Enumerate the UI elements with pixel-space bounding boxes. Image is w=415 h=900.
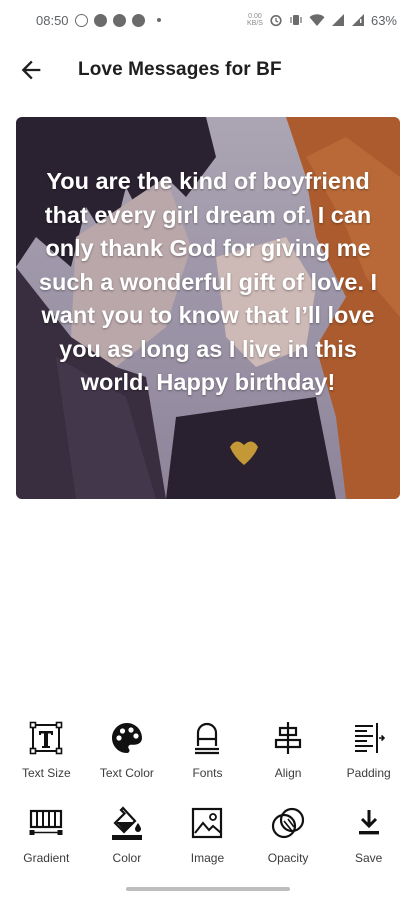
text-size-label: Text Size [21,766,71,780]
message-card[interactable]: You are the kind of boyfriend that every… [16,117,400,499]
align-center-icon [274,722,302,754]
padding-button[interactable]: Padding [332,712,406,797]
font-icon [195,722,220,755]
text-color-button[interactable]: Text Color [90,712,164,797]
status-left: 08:50 [36,13,161,28]
paint-bucket-icon [111,806,142,840]
text-size-button[interactable]: Text Size [9,712,83,797]
text-size-icon [29,721,63,755]
net-speed-value: 0.00 [248,13,262,20]
image-button[interactable]: Image [170,797,244,882]
wifi-icon [309,14,325,26]
notification-dot-icon [156,18,161,22]
arrow-left-icon [21,60,41,80]
padding-label: Padding [346,766,391,780]
image-icon [192,807,223,839]
image-label: Image [190,851,225,865]
status-time: 08:50 [36,12,69,28]
net-speed: 0.00 KB/S [247,13,263,27]
facebook-icon-2 [131,13,145,27]
whatsapp-icon [74,13,88,27]
opacity-button[interactable]: Opacity [251,797,325,882]
message-text: You are the kind of boyfriend that every… [38,168,378,395]
back-button[interactable] [5,44,57,96]
save-label: Save [354,851,383,865]
download-icon [358,810,379,835]
padding-icon [354,723,385,753]
color-label: Color [112,851,142,865]
vibrate-icon [290,15,302,25]
pinterest-icon [93,13,107,27]
alarm-icon [270,14,282,27]
align-button[interactable]: Align [251,712,325,797]
status-bar: 08:50 0.00 KB/S 63% [0,0,415,40]
app-bar: Love Messages for BF [0,44,415,96]
gradient-label: Gradient [23,851,70,865]
text-color-label: Text Color [99,766,154,780]
gradient-button[interactable]: Gradient [9,797,83,882]
toolbar-row-1: Text Size Text Color Fonts Align Padding [0,712,415,797]
palette-icon [111,723,142,753]
battery-level: 63% [370,12,397,28]
net-speed-unit: KB/S [247,20,263,27]
gradient-icon [29,809,63,835]
status-right: 0.00 KB/S 63% [247,13,397,28]
save-button[interactable]: Save [332,797,406,882]
editor-toolbar: Text Size Text Color Fonts Align Padding… [0,712,415,882]
fonts-button[interactable]: Fonts [170,712,244,797]
fonts-label: Fonts [192,766,223,780]
color-button[interactable]: Color [90,797,164,882]
gesture-nav-handle[interactable] [126,887,290,891]
signal-icon [331,14,344,26]
opacity-icon [271,807,305,839]
signal-icon-2 [351,14,364,26]
align-label: Align [274,766,302,780]
opacity-label: Opacity [267,851,309,865]
facebook-icon [112,13,126,27]
toolbar-row-2: Gradient Color Image Opacity Save [0,797,415,882]
page-title: Love Messages for BF [78,59,282,80]
